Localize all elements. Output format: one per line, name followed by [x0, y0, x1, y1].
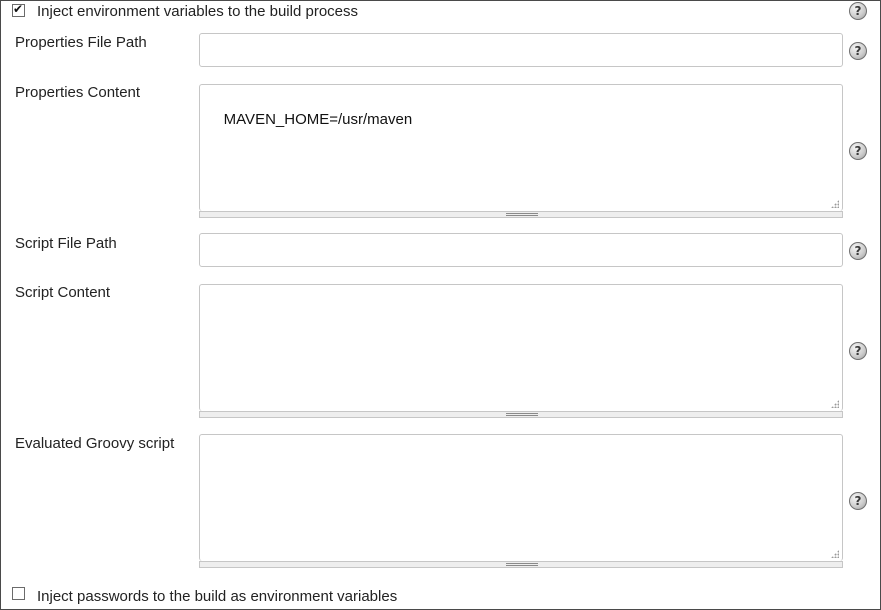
drag-handle-icon	[506, 563, 538, 566]
resize-grip-icon[interactable]	[831, 200, 839, 208]
drag-handle-icon	[506, 213, 538, 216]
groovy-script-label: Evaluated Groovy script	[15, 435, 175, 452]
script-content-drag-bar[interactable]	[199, 411, 843, 418]
script-content-textarea[interactable]	[199, 284, 843, 411]
checkmark-icon: ✔	[13, 2, 24, 16]
help-icon[interactable]: ?	[849, 142, 867, 160]
inject-env-label: Inject environment variables to the buil…	[37, 3, 359, 20]
inject-passwords-label: Inject passwords to the build as environ…	[37, 588, 398, 605]
env-inject-panel: ✔ Inject environment variables to the bu…	[0, 0, 881, 610]
help-icon[interactable]: ?	[849, 2, 867, 20]
properties-file-path-input[interactable]	[199, 33, 843, 67]
properties-file-path-label: Properties File Path	[15, 34, 147, 51]
resize-grip-icon[interactable]	[831, 550, 839, 558]
properties-content-label: Properties Content	[15, 84, 141, 101]
help-icon[interactable]: ?	[849, 492, 867, 510]
script-content-label: Script Content	[15, 284, 111, 301]
help-icon[interactable]: ?	[849, 342, 867, 360]
groovy-script-textarea[interactable]	[199, 434, 843, 561]
script-file-path-label: Script File Path	[15, 235, 117, 252]
help-icon[interactable]: ?	[849, 242, 867, 260]
script-file-path-input[interactable]	[199, 233, 843, 267]
resize-grip-icon[interactable]	[831, 400, 839, 408]
inject-env-checkbox[interactable]: ✔	[12, 2, 25, 17]
properties-content-value: MAVEN_HOME=/usr/maven	[223, 111, 413, 128]
help-icon[interactable]: ?	[849, 42, 867, 60]
drag-handle-icon	[506, 413, 538, 416]
properties-content-drag-bar[interactable]	[199, 211, 843, 218]
inject-passwords-checkbox[interactable]	[12, 587, 25, 600]
properties-content-textarea[interactable]: MAVEN_HOME=/usr/maven	[199, 84, 843, 211]
groovy-script-drag-bar[interactable]	[199, 561, 843, 568]
